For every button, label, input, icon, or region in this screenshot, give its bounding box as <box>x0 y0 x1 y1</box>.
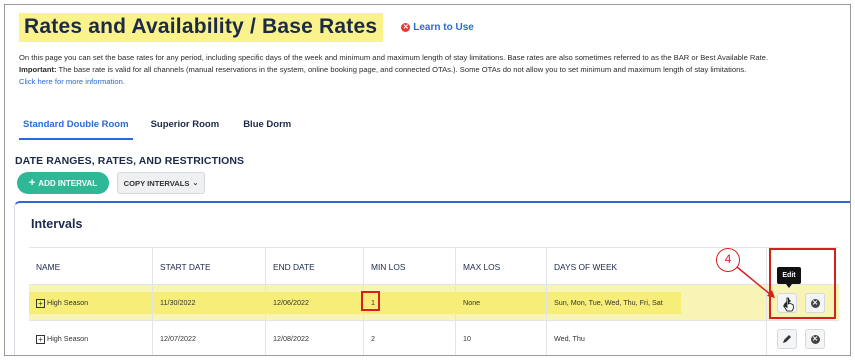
column-header-start-date: START DATE <box>152 248 265 286</box>
expand-plus-square-icon[interactable]: + <box>36 335 45 344</box>
cell-max-los: None <box>455 285 546 321</box>
page-title: Rates and Availability / Base Rates <box>19 13 384 42</box>
add-interval-button[interactable]: + ADD INTERVAL <box>17 172 109 194</box>
cell-name: + High Season <box>29 321 152 355</box>
description-line-1: On this page you can set the base rates … <box>19 53 769 62</box>
column-header-end-date: END DATE <box>265 248 363 286</box>
edit-button[interactable] <box>777 329 797 349</box>
step-number-badge: 4 <box>716 248 740 272</box>
cell-days-of-week: Sun, Mon, Tue, Wed, Thu, Fri, Sat <box>546 285 766 321</box>
cell-name-text: High Season <box>47 334 89 343</box>
tab-standard-double-room[interactable]: Standard Double Room <box>19 117 133 140</box>
intervals-title: Intervals <box>31 217 83 231</box>
important-label: Important: <box>19 65 57 74</box>
cell-end-date: 12/08/2022 <box>265 321 363 355</box>
add-interval-label: ADD INTERVAL <box>38 178 98 188</box>
learn-to-use-label: Learn to Use <box>413 22 474 33</box>
description-important-text: The base rate is valid for all channels … <box>56 65 747 74</box>
section-title: DATE RANGES, RATES, AND RESTRICTIONS <box>15 155 245 167</box>
cell-start-date: 12/07/2022 <box>152 321 265 355</box>
cell-end-date: 12/06/2022 <box>265 285 363 321</box>
page-description: On this page you can set the base rates … <box>19 52 829 88</box>
cell-name: + High Season <box>29 285 152 321</box>
learn-x-circle-icon: ✕ <box>401 23 411 32</box>
intervals-panel: Intervals NAME START DATE END DATE MIN L… <box>14 201 850 355</box>
column-header-max-los: MAX LOS <box>455 248 546 286</box>
column-header-name: NAME <box>36 262 61 272</box>
copy-intervals-label: COPY INTERVALS <box>123 178 190 188</box>
cell-min-los: 2 <box>363 321 455 355</box>
description-line-2: Important: The base rate is valid for al… <box>19 64 829 76</box>
cell-max-los: 10 <box>455 321 546 355</box>
more-information-link[interactable]: Click here for more information. <box>19 76 829 88</box>
x-circle-icon: ✕ <box>810 334 820 344</box>
cell-name-text: High Season <box>47 298 89 307</box>
cell-start-date: 11/30/2022 <box>152 285 265 321</box>
hand-cursor-icon <box>783 297 794 312</box>
page-frame: Rates and Availability / Base Rates ✕ Le… <box>4 4 851 356</box>
room-tabs: Standard Double Room Superior Room Blue … <box>19 117 315 140</box>
table-row[interactable]: + High Season 12/07/2022 12/08/2022 2 10 … <box>29 321 839 355</box>
cell-actions: ✕ <box>766 321 839 355</box>
plus-icon: + <box>28 177 36 189</box>
pencil-icon <box>783 335 791 343</box>
learn-to-use-link[interactable]: ✕ Learn to Use <box>401 22 474 33</box>
cell-days-of-week: Wed, Thu <box>546 321 766 355</box>
chevron-down-icon: ⌄ <box>192 180 199 187</box>
expand-plus-square-icon[interactable]: + <box>36 299 45 308</box>
min-los-annotation-box <box>361 291 380 311</box>
tab-blue-dorm[interactable]: Blue Dorm <box>243 117 291 140</box>
table-row[interactable]: + High Season 11/30/2022 12/06/2022 1 Non… <box>29 285 839 321</box>
copy-intervals-button[interactable]: COPY INTERVALS ⌄ <box>117 172 205 194</box>
tab-superior-room[interactable]: Superior Room <box>151 117 220 140</box>
page-header: Rates and Availability / Base Rates ✕ Le… <box>19 13 474 42</box>
edit-tooltip: Edit <box>777 267 801 288</box>
column-header-min-los: MIN LOS <box>363 248 455 286</box>
delete-button[interactable]: ✕ <box>805 329 825 349</box>
